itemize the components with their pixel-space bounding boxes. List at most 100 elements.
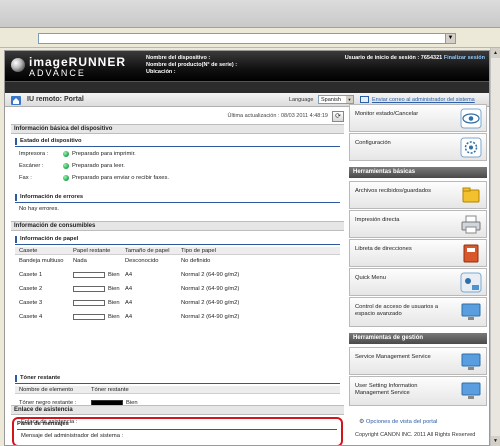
paper-cassette: Casete 3: [19, 300, 43, 306]
refresh-button[interactable]: ⟳: [332, 111, 344, 122]
support-header: Enlace de asistencia: [11, 405, 344, 415]
paper-level-bar: [73, 272, 105, 278]
divider: [15, 146, 340, 147]
paper-info-title: Información de papel: [15, 236, 78, 243]
paper-col-remaining: Papel restante: [73, 248, 111, 254]
portal-options-label: Opciones de vista del portal: [365, 419, 438, 425]
paper-col-cassette: Casete: [19, 248, 38, 254]
language-select[interactable]: Spanish ▼: [318, 95, 354, 104]
address-book-icon: [463, 244, 479, 263]
canon-logo-icon: [11, 58, 25, 72]
user-info: Usuario de inicio de sesión : 7654321 Fi…: [345, 55, 485, 61]
basic-tools-header: Herramientas básicas: [349, 167, 487, 178]
status-ok-icon: [63, 163, 69, 169]
paper-remaining: Bien: [108, 286, 120, 292]
brand-main: imageRUNNER: [29, 55, 127, 69]
brand-sub: ADVANCE: [29, 68, 86, 78]
browser-titlebar: [0, 0, 500, 28]
portal-options-link[interactable]: ⚙ Opciones de vista del portal: [359, 419, 437, 425]
portal-page: imageRUNNER ADVANCE Nombre del dispositi…: [4, 50, 490, 446]
address-book-label: Libreta de direcciones: [355, 246, 412, 252]
paper-level-bar: [73, 314, 105, 320]
monitor-icon: [461, 382, 481, 399]
printer-status: Preparado para imprimir.: [72, 151, 136, 157]
status-ok-icon: [63, 151, 69, 157]
mail-icon: [360, 96, 369, 103]
paper-col-size: Tamaño de papel: [125, 248, 170, 254]
language-label: Language: [289, 97, 314, 103]
service-mgmt-button[interactable]: Service Management Service: [349, 347, 487, 375]
main-content: Última actualización : 08/03 2011 4:48:1…: [11, 111, 344, 445]
paper-cassette: Casete 1: [19, 272, 43, 278]
direct-print-button[interactable]: Impresión directa: [349, 210, 487, 238]
support-text: Enlace de asistencia :: [21, 419, 78, 425]
paper-type: Normal 2 (64-90 g/m2): [181, 272, 240, 278]
monitor-icon: [461, 353, 481, 370]
gear-icon: ⚙: [359, 419, 366, 425]
page-title: IU remoto: Portal: [27, 96, 84, 103]
logout-link[interactable]: Finalizar sesión: [444, 55, 485, 61]
scroll-down-icon[interactable]: ▼: [491, 436, 500, 446]
toner-title: Tóner restante: [15, 375, 60, 382]
toner-col-name: Nombre de elemento: [19, 387, 74, 393]
scanner-label: Escáner :: [19, 163, 44, 169]
user-setting-label: User Setting Information Management Serv…: [355, 383, 418, 396]
settings-button[interactable]: Configuración: [349, 133, 487, 161]
paper-size: Desconocido: [125, 258, 159, 264]
paper-size: A4: [125, 314, 133, 320]
login-user: Usuario de inicio de sesión : 7654321: [344, 55, 443, 61]
folder-icon: [462, 187, 480, 203]
admin-message: Mensaje del administrador del sistema :: [21, 433, 124, 439]
status-monitor-button[interactable]: Monitor estado/Cancelar: [349, 104, 487, 132]
eye-icon: [460, 108, 482, 129]
paper-size: A4: [125, 286, 133, 292]
divider: [15, 244, 340, 245]
error-text: No hay errores.: [19, 206, 59, 212]
last-update: Última actualización : 08/03 2011 4:48:1…: [227, 113, 329, 119]
divider: [15, 202, 340, 203]
toner-col-remaining: Tóner restante: [91, 387, 129, 393]
error-info-title: Información de errores: [15, 194, 83, 201]
paper-cassette: Casete 4: [19, 314, 43, 320]
received-files-button[interactable]: Archivos recibidos/guardados: [349, 181, 487, 209]
fax-status: Preparado para enviar o recibir faxes.: [72, 175, 169, 181]
fax-label: Fax :: [19, 175, 32, 181]
paper-size: A4: [125, 300, 133, 306]
monitor-icon: [461, 303, 481, 320]
product-name-label: Nombre del producto(N° de serie) :: [146, 62, 238, 68]
paper-col-type: Tipo de papel: [181, 248, 216, 254]
paper-cassette: Bandeja multiuso: [19, 258, 64, 264]
paper-remaining: Bien: [108, 300, 120, 306]
paper-level-bar: [73, 300, 105, 306]
quick-menu-button[interactable]: Quick Menu: [349, 268, 487, 296]
basic-info-header: Información básica del dispositivo: [11, 124, 344, 134]
scroll-up-icon[interactable]: ▲: [491, 48, 500, 58]
sidebar: Monitor estado/Cancelar Configuración He…: [349, 104, 487, 445]
divider: [17, 429, 337, 430]
address-dropdown-icon[interactable]: ▼: [445, 34, 455, 43]
device-name-label: Nombre del dispositivo :: [146, 55, 211, 61]
paper-table-header: [15, 247, 340, 255]
divider: [15, 383, 340, 384]
paper-type: No definido: [181, 258, 211, 264]
mail-admin-link[interactable]: Enviar correo al administrador del siste…: [372, 97, 475, 103]
quick-menu-label: Quick Menu: [355, 275, 386, 281]
address-bar[interactable]: ▼: [38, 33, 456, 44]
mgmt-tools-header: Herramientas de gestión: [349, 333, 487, 344]
access-control-label: Control de acceso de usuarios a espacio …: [355, 304, 439, 317]
paper-remaining: Nada: [73, 258, 87, 264]
printer-label: Impresora :: [19, 151, 49, 157]
device-info: Nombre del dispositivo : Nombre del prod…: [146, 55, 237, 76]
printer-icon: [461, 215, 481, 234]
paper-type: Normal 2 (64-90 g/m2): [181, 314, 240, 320]
paper-remaining: Bien: [108, 272, 120, 278]
language-value: Spanish: [321, 97, 341, 103]
access-control-button[interactable]: Control de acceso de usuarios a espacio …: [349, 297, 487, 327]
user-setting-button[interactable]: User Setting Information Management Serv…: [349, 376, 487, 406]
received-files-label: Archivos recibidos/guardados: [355, 188, 432, 194]
paper-cassette: Casete 2: [19, 286, 43, 292]
paper-level-bar: [73, 286, 105, 292]
scrollbar[interactable]: ▲ ▼: [490, 48, 500, 446]
address-book-button[interactable]: Libreta de direcciones: [349, 239, 487, 267]
paper-type: Normal 2 (64-90 g/m2): [181, 286, 240, 292]
